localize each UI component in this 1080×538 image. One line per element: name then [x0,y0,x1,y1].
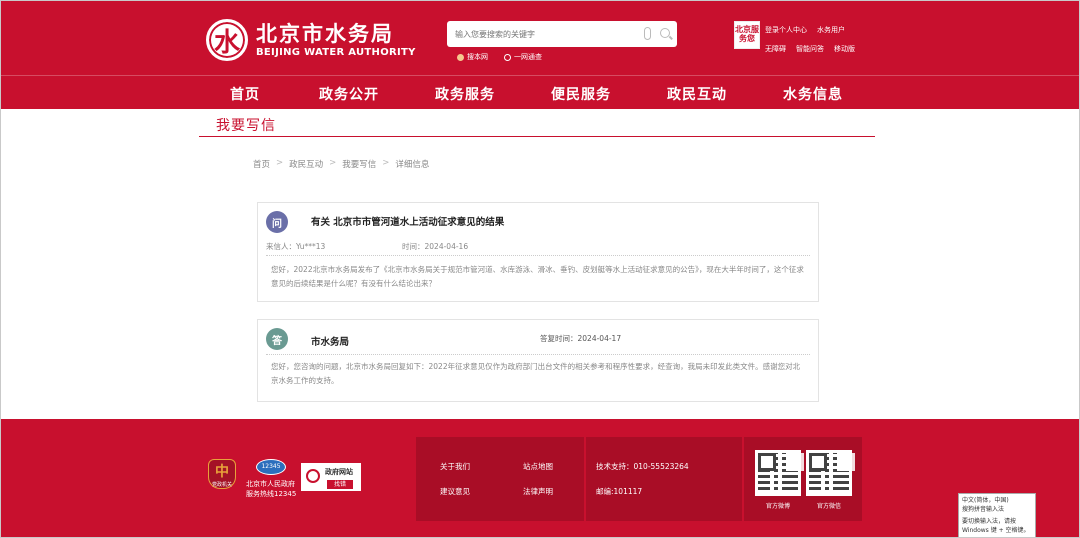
breadcrumb-separator: > [329,158,337,168]
footer-tech-support: 技术支持：010-55523264 [596,462,689,471]
hotline-line1: 北京市人民政府 [246,480,295,488]
search-scope: 搜本网 一网通查 [457,52,542,62]
qr-code-icon [758,453,798,493]
microphone-icon[interactable] [644,27,651,40]
answer-time: 答复时间：2024-04-17 [540,333,621,344]
logo-title-en: BEIJING WATER AUTHORITY [256,46,416,58]
search-box [447,21,677,47]
dotted-divider [266,354,810,355]
wechat-qr-code[interactable] [806,450,852,496]
weibo-qr-code[interactable] [755,450,801,496]
footer-zipcode: 邮编:101117 [596,487,643,496]
wechat-qr-label: 官方微信 [816,503,841,510]
question-sender: 来信人：Yu***13 [266,241,325,252]
find-error-line1: 政府网站 [325,468,353,476]
answer-avatar-icon: 答 [266,328,288,350]
sender-label: 来信人： [266,242,296,251]
question-time: 时间：2024-04-16 [402,241,468,252]
breadcrumb-interaction[interactable]: 政民互动 [289,158,323,170]
answer-card: 答 市水务局 答复时间：2024-04-17 您好，您咨询的问题，北京市水务局回… [257,319,819,402]
footer-contact-block: 技术支持：010-55523264 邮编:101117 [586,437,742,521]
beijing-service-badge[interactable]: 北京服务您 [734,21,760,49]
site-logo[interactable]: 水 北京市水务局 BEIJING WATER AUTHORITY [206,19,416,61]
link-smart-qa[interactable]: 智能问答 [796,40,824,59]
link-mobile[interactable]: 移动版 [834,40,855,59]
footer-qr-block: 官方微博 官方微信 [744,437,862,521]
emblem-label: 党政机关 [211,482,232,488]
time-value: 2024-04-16 [424,242,469,251]
footer-link-sitemap[interactable]: 站点地图 [523,461,553,472]
breadcrumb-home[interactable]: 首页 [253,158,270,170]
logo-emblem-icon: 水 [206,19,248,61]
qr-code-icon [809,453,849,493]
link-water-user[interactable]: 水务用户 [817,21,845,40]
radio-unselected-icon [504,53,511,61]
find-error-line2: 找错 [327,480,353,489]
page: 水 北京市水务局 BEIJING WATER AUTHORITY 搜本网 一网通… [0,0,1080,538]
time-label: 时间： [402,242,425,251]
section-title: 我要写信 [216,118,276,134]
scope-option-site[interactable]: 搜本网 [457,52,488,62]
answer-department: 市水务局 [311,337,350,348]
breadcrumb-separator: > [382,158,390,168]
link-accessibility[interactable]: 无障碍 [765,40,786,59]
breadcrumb-separator: > [276,158,284,168]
question-avatar-icon: 问 [266,211,288,233]
ime-line3: 要切换输入法，请按 [962,518,1017,525]
ime-line2: 搜狗拼音输入法 [962,506,1005,513]
question-body: 您好，2022北京市水务局发布了《北京市水务局关于规范市管河道、水库游泳、滑冰、… [271,265,804,288]
section-divider [199,136,875,137]
breadcrumb-write-letter[interactable]: 我要写信 [342,158,376,170]
search-icon[interactable] [660,28,670,38]
hotline-text: 北京市人民政府 服务热线12345 [246,479,296,499]
scope-option-all[interactable]: 一网通查 [504,52,542,62]
ime-tooltip: 中文(简体，中国) 搜狗拼音输入法 要切换输入法，请按 Windows 键 + … [958,493,1036,537]
nav-gov-affairs-open[interactable]: 政务公开 [319,84,379,104]
footer-links-block: 关于我们 站点地图 建议意见 法律声明 [416,437,584,521]
logo-text: 北京市水务局 BEIJING WATER AUTHORITY [256,22,416,59]
hotline-12345-icon[interactable]: 12345 [256,459,286,475]
link-user-center[interactable]: 登录个人中心 [765,21,807,40]
nav-home[interactable]: 首页 [230,84,260,104]
nav-water-info[interactable]: 水务信息 [783,84,843,104]
top-links: 登录个人中心 水务用户 无障碍 智能问答 移动版 [765,21,855,59]
ime-line4: Windows 键 + 空格键。 [962,527,1030,534]
question-title: 有关 北京市市管河道水上活动征求意见的结果 [311,217,505,228]
nav-public-services[interactable]: 便民服务 [551,84,611,104]
answer-time-value: 2024-04-17 [577,334,622,343]
answer-body: 您好，您咨询的问题，北京市水务局回复如下：2022年征求意见仅作为政府部门出台文… [271,362,801,385]
gov-site-find-error-button[interactable]: 政府网站 找错 [300,462,362,492]
dotted-divider [266,255,810,256]
nav-gov-services[interactable]: 政务服务 [435,84,495,104]
footer-link-suggestions[interactable]: 建议意见 [440,486,470,497]
site-footer: 中 党政机关 12345 北京市人民政府 服务热线12345 政府网站 找错 关… [1,419,1079,537]
logo-title-cn: 北京市水务局 [256,21,394,46]
weibo-qr-label: 官方微博 [765,503,790,510]
site-header: 水 北京市水务局 BEIJING WATER AUTHORITY 搜本网 一网通… [1,1,1079,109]
breadcrumb: 首页 > 政民互动 > 我要写信 > 详细信息 [253,158,429,170]
footer-link-legal[interactable]: 法律声明 [523,486,553,497]
nav-interaction[interactable]: 政民互动 [667,84,727,104]
breadcrumb-current: 详细信息 [395,160,430,170]
answer-time-label: 答复时间： [540,334,578,343]
magnifier-icon [306,469,320,483]
ime-line1: 中文(简体，中国) [962,497,1009,504]
radio-selected-icon [457,53,464,61]
footer-link-about[interactable]: 关于我们 [440,461,470,472]
question-card: 问 有关 北京市市管河道水上活动征求意见的结果 来信人：Yu***13 时间：2… [257,202,819,302]
main-nav: 首页 政务公开 政务服务 便民服务 政民互动 水务信息 [1,75,1079,109]
sender-value: Yu***13 [296,242,326,251]
hotline-line2: 服务热线12345 [246,490,297,498]
search-input[interactable] [455,26,635,42]
